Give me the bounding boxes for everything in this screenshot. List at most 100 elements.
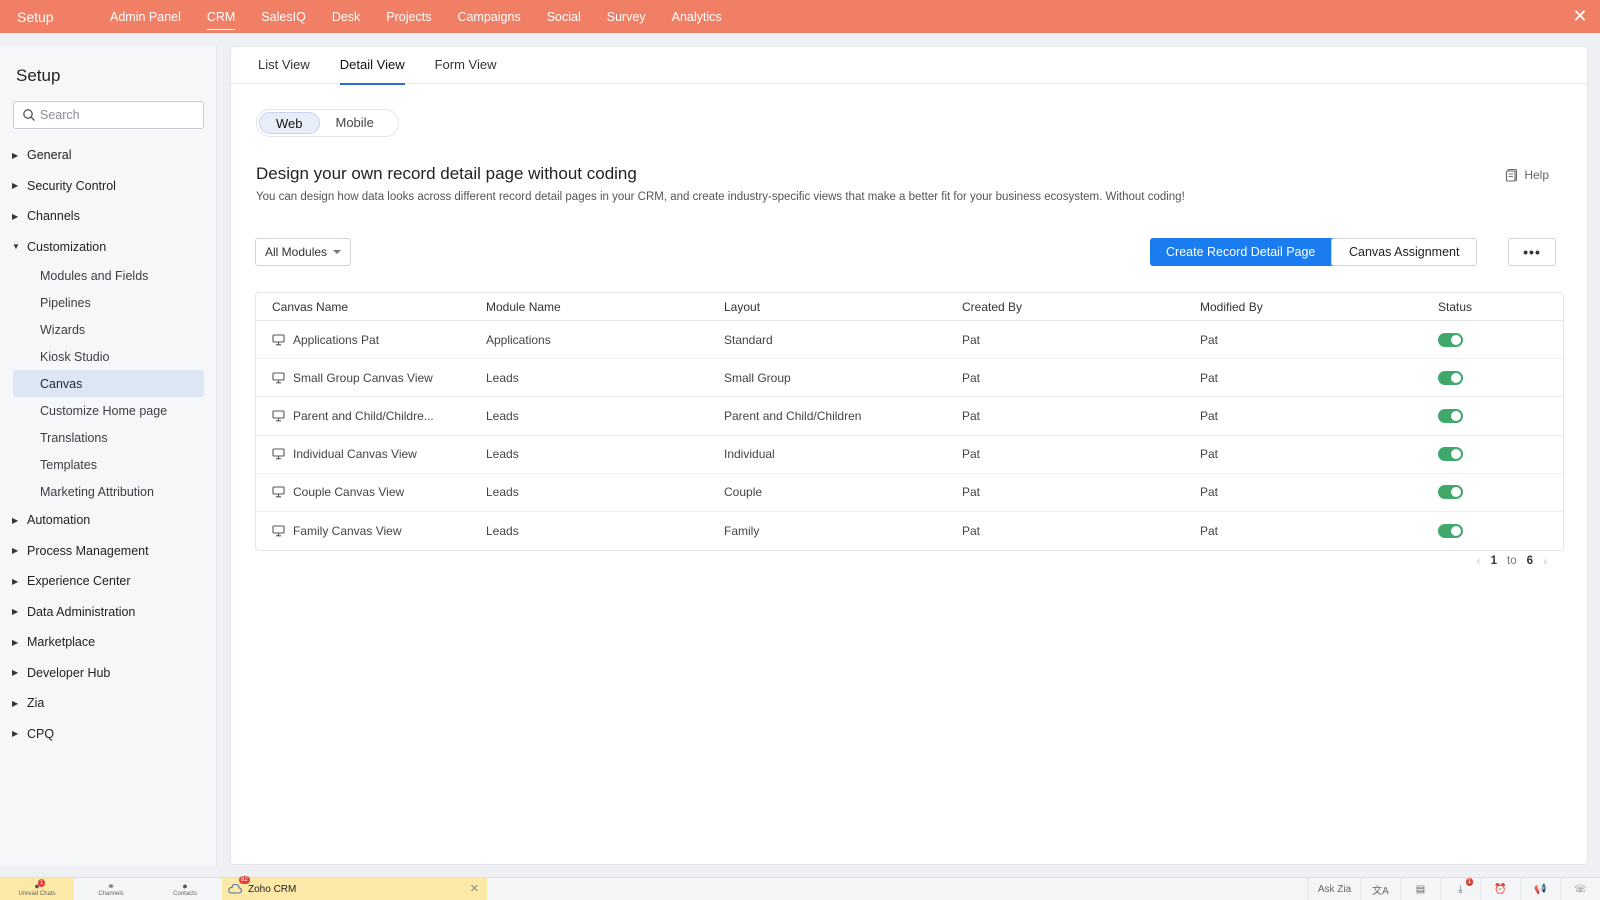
canvas-assignment-button[interactable]: Canvas Assignment xyxy=(1331,238,1478,266)
status-toggle[interactable] xyxy=(1438,332,1463,347)
column-header-status: Status xyxy=(1438,299,1473,314)
toggle-web[interactable]: Web xyxy=(259,112,320,134)
canvas-name-text[interactable]: Couple Canvas View xyxy=(293,485,404,499)
channels-button[interactable]: ⚭ Channels xyxy=(74,878,148,900)
status-toggle[interactable] xyxy=(1438,408,1463,423)
sidebar-search[interactable] xyxy=(13,101,204,129)
chevron-down-icon xyxy=(333,250,342,254)
sidebar-subitem-modules-and-fields[interactable]: Modules and Fields xyxy=(0,262,217,289)
previous-page-icon[interactable]: ‹ xyxy=(1477,554,1481,568)
nav-analytics[interactable]: Analytics xyxy=(672,6,722,28)
column-header-module-name: Module Name xyxy=(486,299,561,314)
sidebar-subitem-pipelines[interactable]: Pipelines xyxy=(0,289,217,316)
canvas-name-text[interactable]: Individual Canvas View xyxy=(293,447,417,461)
nav-desk[interactable]: Desk xyxy=(332,6,360,28)
status-toggle[interactable] xyxy=(1438,447,1463,462)
nav-projects[interactable]: Projects xyxy=(386,6,431,28)
toggle-mobile[interactable]: Mobile xyxy=(320,112,390,134)
table-row[interactable]: Family Canvas View Leads Family Pat Pat xyxy=(256,512,1563,550)
platform-toggle: Web Mobile xyxy=(256,109,399,137)
translate-icon[interactable]: 文A xyxy=(1360,878,1400,900)
sidebar-subitem-templates[interactable]: Templates xyxy=(0,451,217,478)
table-row[interactable]: Couple Canvas View Leads Couple Pat Pat xyxy=(256,474,1563,512)
canvas-name-text[interactable]: Family Canvas View xyxy=(293,524,401,538)
sidebar-item-cpq[interactable]: ▶ CPQ xyxy=(0,719,217,750)
contacts-label: Contacts xyxy=(173,890,197,897)
nav-social[interactable]: Social xyxy=(547,6,581,28)
status-toggle[interactable] xyxy=(1438,524,1463,539)
sidebar-subitem-translations[interactable]: Translations xyxy=(0,424,217,451)
sidebar-item-channels[interactable]: ▶ Channels xyxy=(0,201,217,232)
contacts-button[interactable]: ● Contacts xyxy=(148,878,222,900)
unread-chats-button[interactable]: ● Unread Chats 1 xyxy=(0,877,74,900)
sidebar-item-zia[interactable]: ▶ Zia xyxy=(0,688,217,719)
sidebar-item-security-control[interactable]: ▶ Security Control xyxy=(0,171,217,202)
table-row[interactable]: Individual Canvas View Leads Individual Pat… xyxy=(256,436,1563,474)
canvas-name-text[interactable]: Parent and Child/Childre... xyxy=(293,409,434,423)
sidebar-subitem-canvas[interactable]: Canvas xyxy=(13,370,204,397)
sidebar-item-customization[interactable]: ▼ Customization xyxy=(0,232,217,263)
cloud-icon xyxy=(228,883,243,894)
alarm-icon[interactable]: ⏰ xyxy=(1480,878,1520,900)
support-icon[interactable]: ☏ xyxy=(1560,878,1600,900)
announcement-icon[interactable]: 📢 xyxy=(1520,878,1560,900)
caret-right-icon: ▶ xyxy=(12,546,19,556)
cell-module-name: Leads xyxy=(486,408,519,423)
close-tab-icon[interactable]: ✕ xyxy=(470,882,479,895)
sidebar-item-label: Developer Hub xyxy=(27,665,111,680)
sidebar-item-data-administration[interactable]: ▶ Data Administration xyxy=(0,597,217,628)
cell-modified-by: Pat xyxy=(1200,485,1219,500)
canvas-name-text[interactable]: Applications Pat xyxy=(293,333,379,347)
sidebar-item-label: Channels xyxy=(27,209,80,224)
sidebar-subitem-kiosk-studio[interactable]: Kiosk Studio xyxy=(0,343,217,370)
view-tabs: List View Detail View Form View xyxy=(231,47,1587,85)
more-options-button[interactable]: ••• xyxy=(1508,238,1556,266)
nav-survey[interactable]: Survey xyxy=(607,6,646,28)
nav-crm[interactable]: CRM xyxy=(206,6,236,30)
sidebar-item-developer-hub[interactable]: ▶ Developer Hub xyxy=(0,658,217,689)
sidebar-item-label: Process Management xyxy=(27,543,149,558)
cell-created-by: Pat xyxy=(962,447,981,462)
cell-modified-by: Pat xyxy=(1200,447,1219,462)
ask-zia-button[interactable]: Ask Zia xyxy=(1308,878,1360,900)
sidebar-item-marketplace[interactable]: ▶ Marketplace xyxy=(0,627,217,658)
status-toggle[interactable] xyxy=(1438,485,1463,500)
cell-canvas-name: Applications Pat xyxy=(256,333,486,347)
tab-list-view[interactable]: List View xyxy=(258,47,310,84)
sidebar-subitem-customize-home-page[interactable]: Customize Home page xyxy=(0,397,217,424)
sidebar-title: Setup xyxy=(16,66,61,85)
sidebar-subitem-marketing-attribution[interactable]: Marketing Attribution xyxy=(0,478,217,505)
sidebar-item-process-management[interactable]: ▶ Process Management xyxy=(0,536,217,567)
caret-right-icon: ▶ xyxy=(12,181,19,191)
tab-form-view[interactable]: Form View xyxy=(435,47,497,84)
canvas-name-text[interactable]: Small Group Canvas View xyxy=(293,371,433,385)
caret-right-icon: ▶ xyxy=(12,698,19,708)
sidebar-menu: ▶ General ▶ Security Control ▶ Channels ▼ Cu… xyxy=(0,140,217,749)
close-icon[interactable]: ✕ xyxy=(1570,6,1590,26)
nav-salesiq[interactable]: SalesIQ xyxy=(261,6,305,28)
create-record-detail-page-button[interactable]: Create Record Detail Page xyxy=(1150,238,1332,266)
page-to: 6 xyxy=(1526,555,1533,567)
next-page-icon[interactable]: › xyxy=(1543,554,1547,568)
tab-detail-view[interactable]: Detail View xyxy=(339,47,405,85)
status-toggle[interactable] xyxy=(1438,370,1463,385)
help-link[interactable]: Help xyxy=(1505,168,1549,182)
caret-right-icon: ▶ xyxy=(12,150,19,160)
notes-icon[interactable]: ▤ xyxy=(1400,878,1440,900)
zoho-crm-tab[interactable]: 82 Zoho CRM ✕ xyxy=(222,876,487,900)
sidebar-item-experience-center[interactable]: ▶ Experience Center xyxy=(0,566,217,597)
module-filter-dropdown[interactable]: All Modules xyxy=(255,238,352,266)
download-icon[interactable]: ⤓ 1 xyxy=(1440,878,1480,900)
table-row[interactable]: Parent and Child/Childre... Leads Parent a… xyxy=(256,397,1563,436)
nav-admin-panel[interactable]: Admin Panel xyxy=(110,6,181,28)
sidebar-item-automation[interactable]: ▶ Automation xyxy=(0,505,217,536)
search-input[interactable] xyxy=(40,108,190,122)
cell-canvas-name: Couple Canvas View xyxy=(256,485,486,499)
sidebar-subitem-wizards[interactable]: Wizards xyxy=(0,316,217,343)
cell-layout: Family xyxy=(724,524,760,539)
more-icon: ••• xyxy=(1523,244,1541,260)
sidebar-item-general[interactable]: ▶ General xyxy=(0,140,217,171)
nav-campaigns[interactable]: Campaigns xyxy=(457,6,520,28)
table-row[interactable]: Small Group Canvas View Leads Small Group P… xyxy=(256,359,1563,398)
table-row[interactable]: Applications Pat Applications Standard Pat P… xyxy=(256,321,1563,360)
